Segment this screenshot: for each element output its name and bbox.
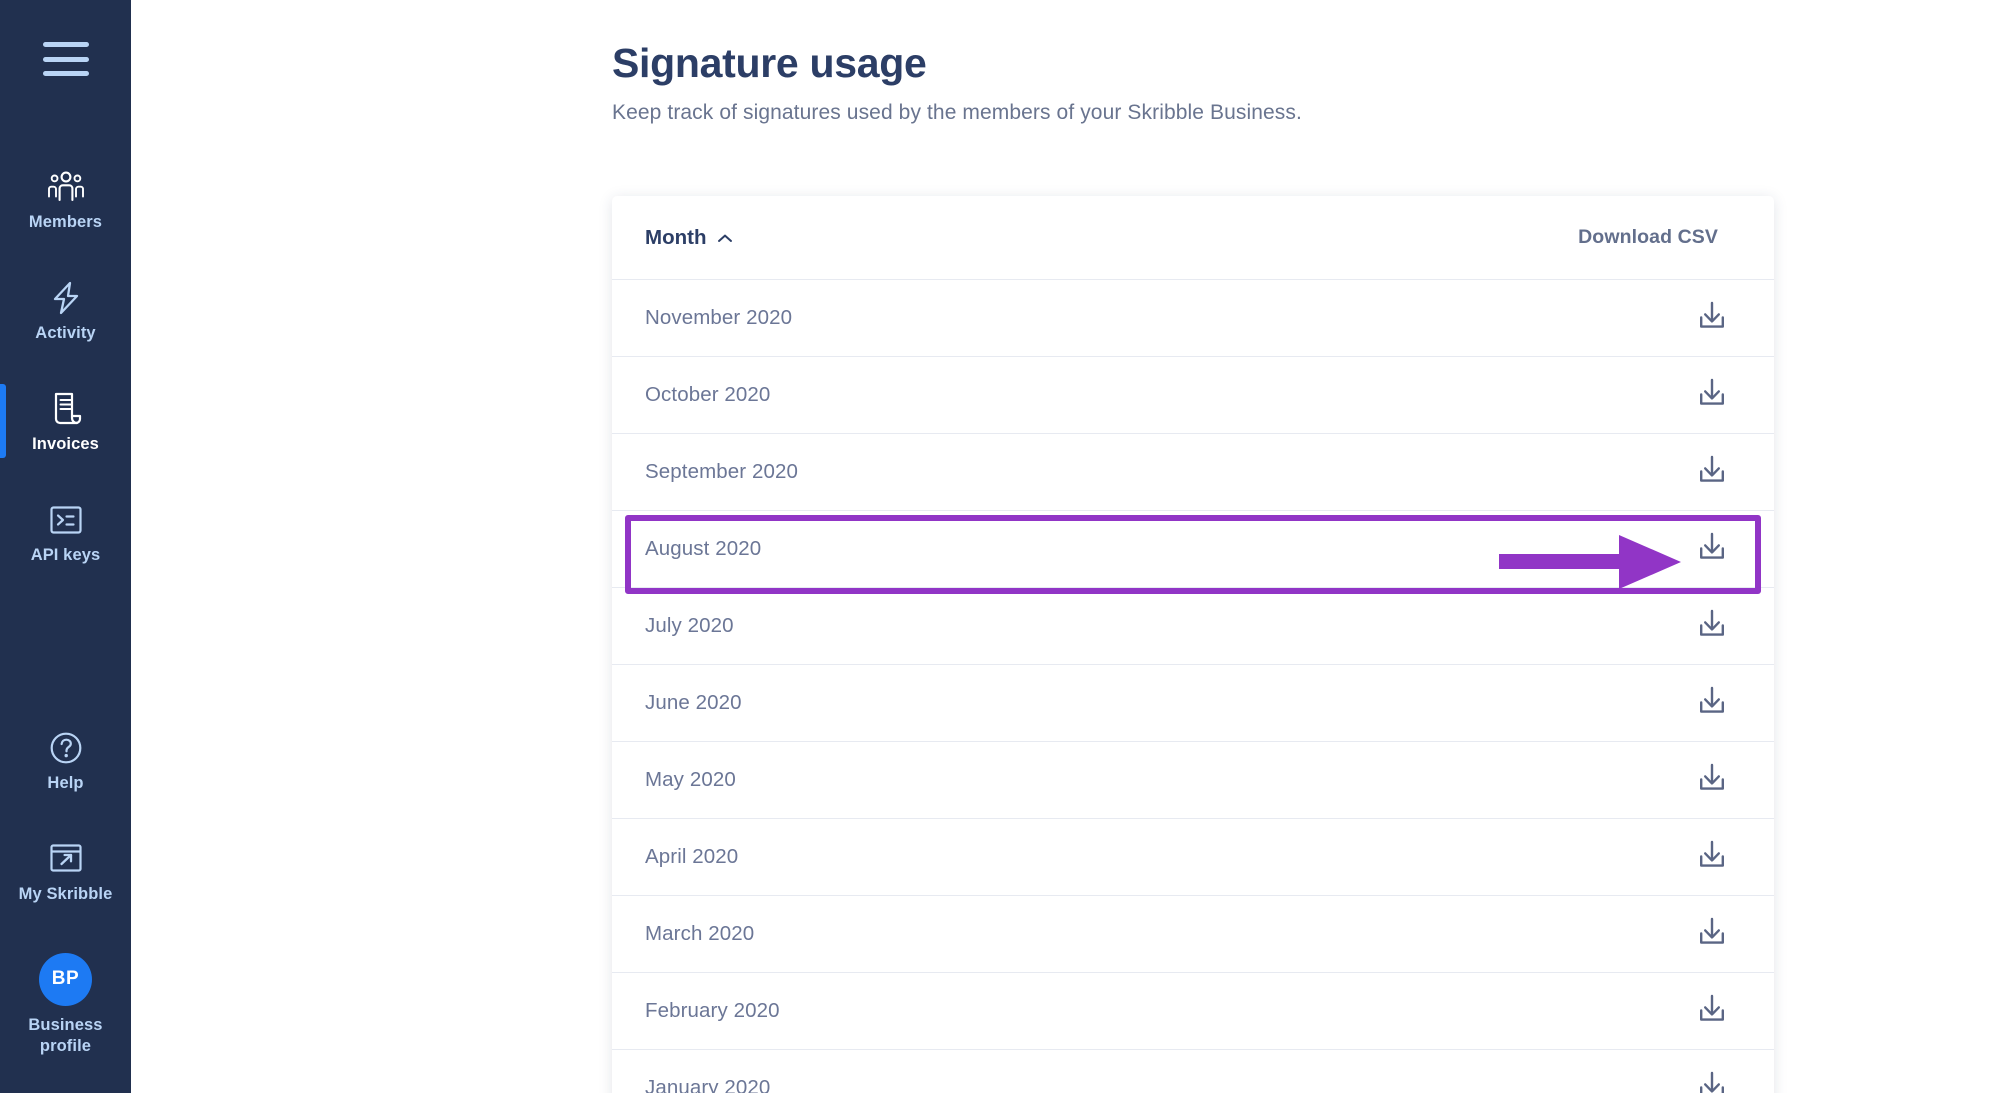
sidebar-item-business-profile[interactable]: BP Business profile (0, 939, 131, 1069)
download-icon[interactable] (1696, 993, 1742, 1030)
sidebar-nav-secondary: Help My Skribble BP Business profile (0, 717, 131, 1069)
help-icon (49, 731, 83, 765)
download-csv-button[interactable]: Download CSV (1578, 226, 1742, 249)
page-title: Signature usage (612, 40, 927, 86)
month-label: January 2020 (645, 1076, 771, 1093)
avatar: BP (39, 952, 92, 1006)
table-body: November 2020 October 2020 September 202… (612, 279, 1774, 1093)
sidebar-item-members[interactable]: Members (0, 156, 131, 245)
download-icon[interactable] (1696, 300, 1742, 337)
table-row[interactable]: August 2020 (612, 510, 1774, 587)
menu-toggle-button[interactable] (42, 42, 89, 76)
sidebar-item-label: Members (28, 213, 103, 231)
month-label: March 2020 (645, 922, 755, 945)
hamburger-line (42, 42, 89, 47)
month-label: June 2020 (645, 691, 742, 714)
month-label: April 2020 (645, 845, 739, 868)
download-icon[interactable] (1696, 685, 1742, 722)
download-icon[interactable] (1696, 1070, 1742, 1093)
month-label: October 2020 (645, 383, 771, 406)
column-header-month[interactable]: Month (645, 226, 733, 250)
month-label: September 2020 (645, 460, 798, 483)
month-label: November 2020 (645, 306, 793, 329)
table-row[interactable]: November 2020 (612, 279, 1774, 356)
page-subtitle: Keep track of signatures used by the mem… (612, 101, 1302, 124)
active-indicator (0, 384, 6, 459)
sidebar-item-activity[interactable]: Activity (0, 267, 131, 356)
hamburger-line (42, 71, 89, 76)
activity-icon (49, 281, 83, 315)
sidebar: Members Activity Invoices API keys Help … (0, 0, 131, 1093)
table-row[interactable]: January 2020 (612, 1049, 1774, 1093)
sidebar-item-label: Activity (35, 324, 96, 343)
invoices-icon (49, 392, 83, 426)
download-icon[interactable] (1696, 916, 1742, 953)
table-row[interactable]: May 2020 (612, 741, 1774, 818)
month-label: July 2020 (645, 614, 734, 637)
table-row[interactable]: April 2020 (612, 818, 1774, 895)
external-link-icon (49, 842, 83, 876)
download-icon[interactable] (1696, 839, 1742, 876)
table-row[interactable]: June 2020 (612, 664, 1774, 741)
sidebar-item-my-skribble[interactable]: My Skribble (0, 828, 131, 917)
download-icon[interactable] (1696, 762, 1742, 799)
download-icon[interactable] (1696, 377, 1742, 414)
month-label: August 2020 (645, 537, 762, 560)
sidebar-item-api-keys[interactable]: API keys (0, 489, 131, 578)
main-content: Signature usage Keep track of signatures… (131, 0, 2000, 1093)
sidebar-item-label: Help (47, 773, 84, 792)
month-label: February 2020 (645, 999, 780, 1022)
download-icon[interactable] (1696, 531, 1742, 568)
sidebar-item-help[interactable]: Help (0, 717, 131, 806)
app-root: Members Activity Invoices API keys Help … (0, 0, 2000, 1093)
profile-label-line2: profile (39, 1036, 92, 1055)
table-header-row: Month Download CSV (612, 196, 1774, 279)
download-icon[interactable] (1696, 608, 1742, 645)
chevron-up-icon (717, 226, 733, 250)
table-row[interactable]: March 2020 (612, 895, 1774, 972)
signature-usage-table: Month Download CSV November 2020 October… (612, 196, 1774, 1093)
sidebar-item-label: My Skribble (18, 884, 113, 903)
sidebar-item-invoices[interactable]: Invoices (0, 378, 131, 467)
sidebar-item-label: Business profile (28, 1015, 102, 1057)
table-row[interactable]: July 2020 (612, 587, 1774, 664)
sidebar-item-label: Invoices (32, 435, 99, 454)
api-keys-icon (49, 503, 83, 537)
sidebar-item-label: API keys (30, 546, 101, 565)
download-icon[interactable] (1696, 454, 1742, 491)
members-icon (47, 170, 84, 204)
table-row[interactable]: February 2020 (612, 972, 1774, 1049)
hamburger-line (42, 56, 89, 62)
month-label: May 2020 (645, 768, 736, 791)
table-row[interactable]: September 2020 (612, 433, 1774, 510)
column-header-label: Month (645, 225, 707, 249)
table-row[interactable]: October 2020 (612, 356, 1774, 433)
sidebar-nav-primary: Members Activity Invoices API keys (0, 156, 131, 578)
profile-label-line1: Business (28, 1015, 103, 1034)
